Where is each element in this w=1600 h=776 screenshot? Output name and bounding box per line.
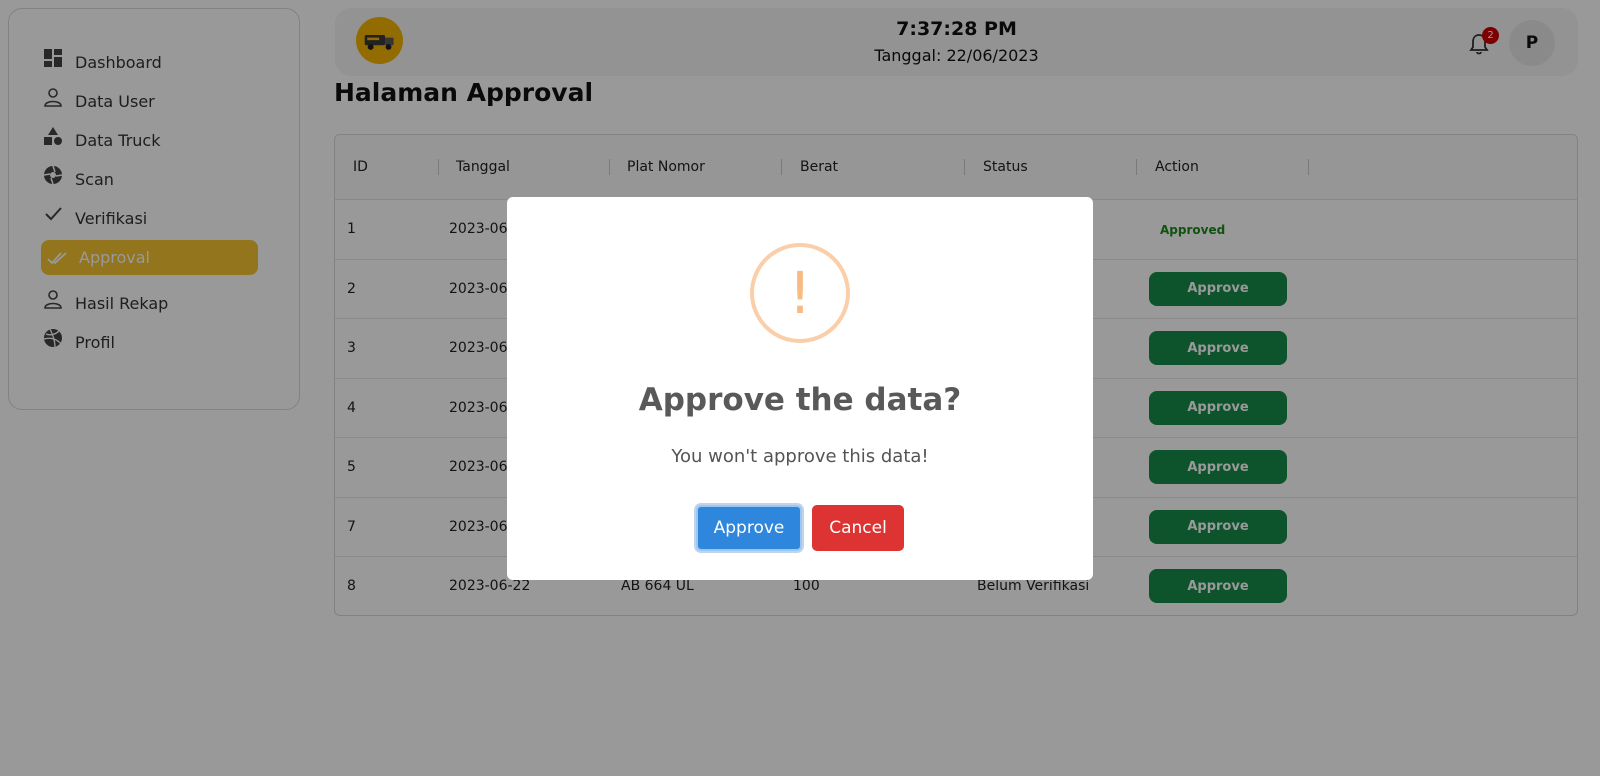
- confirm-dialog: ! Approve the data? You won't approve th…: [507, 197, 1093, 580]
- warning-icon: !: [750, 243, 850, 343]
- confirm-approve-button[interactable]: Approve: [696, 505, 802, 551]
- cancel-button[interactable]: Cancel: [812, 505, 904, 551]
- dialog-title: Approve the data?: [638, 382, 962, 418]
- dialog-message: You won't approve this data!: [671, 446, 929, 467]
